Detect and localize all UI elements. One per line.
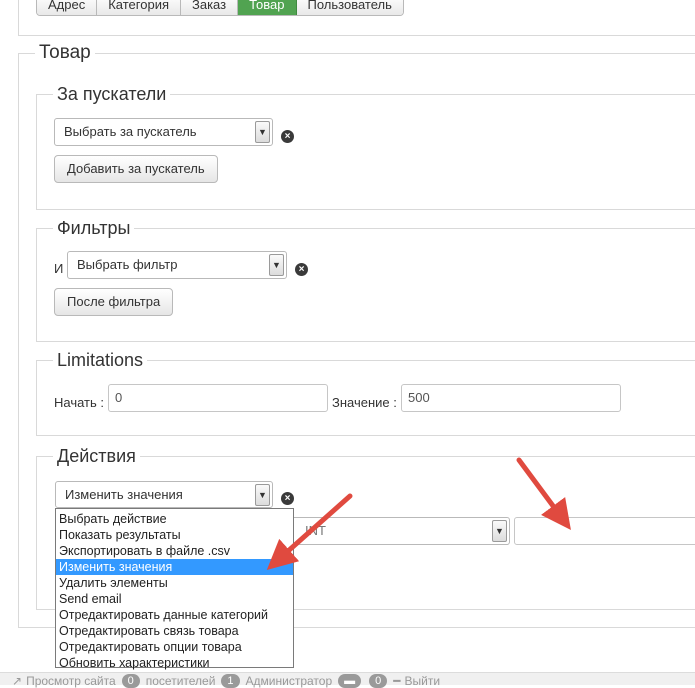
value-label: Значение : (332, 395, 397, 410)
visitors-label: посетителей (145, 674, 216, 688)
trigger-select-value: Выбрать за пускатель (64, 124, 197, 139)
action-select-value: Изменить значения (65, 487, 183, 502)
messages-count-badge: 0 (369, 674, 388, 688)
action-option[interactable]: Отредактировать связь товара (56, 623, 293, 639)
triggers-legend: За пускатели (57, 84, 167, 104)
action-option[interactable]: Send email (56, 591, 293, 607)
remove-trigger-icon[interactable]: × (281, 130, 294, 143)
start-input[interactable]: 0 (108, 384, 328, 412)
action-option[interactable]: Отредактировать опции товара (56, 639, 293, 655)
limitations-legend: Limitations (57, 350, 144, 370)
after-filter-button[interactable]: После фильтра (54, 288, 174, 316)
filter-select-value: Выбрать фильтр (77, 257, 178, 272)
start-label: Начать : (54, 395, 105, 410)
action-select[interactable]: Изменить значения ▼ (55, 481, 273, 508)
filter-select[interactable]: Выбрать фильтр ▼ (67, 251, 287, 279)
add-trigger-button[interactable]: Добавить за пускатель (54, 155, 218, 183)
visitors-count-badge: 0 (121, 674, 140, 688)
new-value-input[interactable] (514, 517, 695, 545)
product-legend: Товар (39, 42, 91, 63)
footer-bar: ↗ Просмотр сайта 0 посетителей 1 Админис… (0, 672, 695, 688)
action-option[interactable]: Выбрать действие (56, 511, 293, 527)
chevron-down-icon: ▼ (255, 484, 270, 506)
logout-link[interactable]: Выйти (404, 674, 440, 688)
entity-tabs: Адрес Категория Заказ Товар Пользователь (36, 0, 404, 16)
action-option[interactable]: Экспортировать в файле .csv (56, 543, 293, 559)
messages-icon: ▬ (338, 674, 362, 688)
action-option[interactable]: Отредактировать данные категорий (56, 607, 293, 623)
admins-label: Администратор (245, 674, 333, 688)
value-type-select[interactable]: INT ▼ (270, 517, 510, 545)
chevron-down-icon: ▼ (255, 121, 270, 143)
triggers-fieldset: За пускатели (36, 84, 695, 210)
tab-order[interactable]: Заказ (181, 0, 239, 15)
value-input[interactable]: 500 (401, 384, 621, 412)
tab-address[interactable]: Адрес (37, 0, 98, 15)
value-type-select-value: INT (305, 523, 326, 538)
tab-product[interactable]: Товар (238, 0, 297, 15)
filters-fieldset: Фильтры (36, 218, 695, 342)
action-option-highlighted[interactable]: Изменить значения (56, 559, 293, 575)
filters-legend: Фильтры (57, 218, 131, 238)
logout-icon: ━ (393, 674, 401, 688)
chevron-down-icon: ▼ (269, 254, 284, 276)
action-options-list: Выбрать действие Показать результаты Экс… (55, 508, 294, 671)
remove-action-icon[interactable]: × (281, 492, 294, 505)
tab-user[interactable]: Пользователь (296, 0, 403, 15)
chevron-down-icon: ▼ (492, 520, 507, 542)
action-option[interactable]: Удалить элементы (56, 575, 293, 591)
filter-prefix-label: И (54, 261, 64, 276)
action-option[interactable]: Обновить характеристики (56, 655, 293, 671)
action-option[interactable]: Показать результаты (56, 527, 293, 543)
tab-category[interactable]: Категория (97, 0, 181, 15)
actions-legend: Действия (57, 446, 136, 466)
view-site-link[interactable]: Просмотр сайта (26, 674, 116, 688)
admins-count-badge: 1 (221, 674, 240, 688)
external-link-icon: ↗ (12, 674, 23, 688)
remove-filter-icon[interactable]: × (295, 263, 308, 276)
trigger-select[interactable]: Выбрать за пускатель ▼ (54, 118, 273, 146)
